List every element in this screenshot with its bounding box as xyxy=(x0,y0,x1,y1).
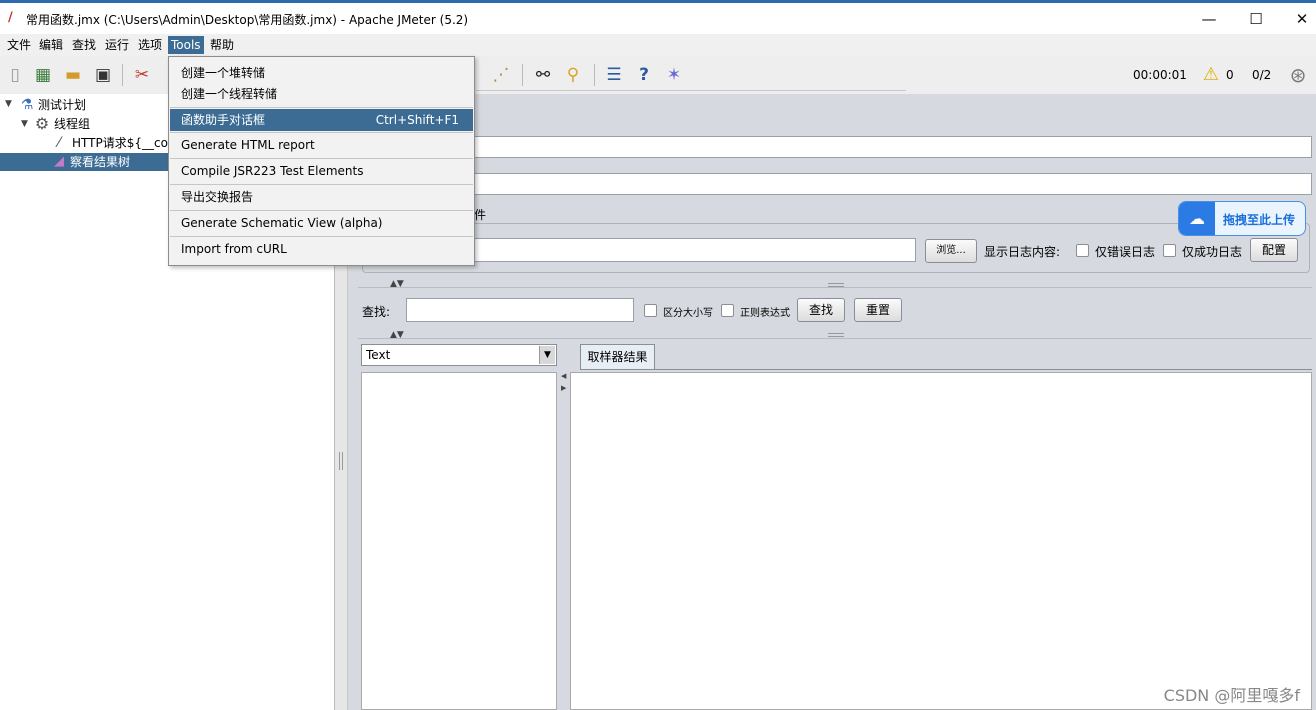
tab-sampler-result[interactable]: 取样器结果 xyxy=(580,344,655,370)
filename-field[interactable] xyxy=(470,238,916,262)
jmeter-feather-icon: ∕ xyxy=(8,10,13,25)
browse-button[interactable]: 浏览... xyxy=(925,239,977,263)
expand-arrow-icon[interactable]: ▼ xyxy=(21,119,28,129)
renderer-selected-value: Text xyxy=(366,348,391,362)
menu-options[interactable]: 选项 xyxy=(135,36,165,54)
success-only-label: 仅成功日志 xyxy=(1182,245,1243,259)
cloud-icon: ☁ xyxy=(1179,202,1215,235)
thread-count: 0/2 xyxy=(1252,68,1272,82)
watermark: CSDN @阿里嘎多f xyxy=(1163,686,1300,705)
divider-grip[interactable] xyxy=(828,283,844,287)
arrow-left-icon[interactable]: ◀ xyxy=(561,372,566,380)
plugins-icon[interactable]: ✶ xyxy=(663,64,685,86)
menu-item-import-curl[interactable]: Import from cURL xyxy=(170,238,473,260)
configure-button[interactable]: 配置 xyxy=(1250,238,1298,262)
reset-button[interactable]: 重置 xyxy=(854,298,902,322)
expand-arrow-icon[interactable]: ▼ xyxy=(5,99,12,109)
toolbar-separator xyxy=(122,64,123,86)
menu-separator xyxy=(170,210,473,211)
title-bar: ∕ 常用函数.jmx (C:\Users\Admin\Desktop\常用函数.… xyxy=(0,0,1316,34)
menu-item-function-helper-label: 函数助手对话框 xyxy=(181,113,266,127)
tree-item-http-request[interactable]: HTTP请求${__cou xyxy=(72,134,176,152)
open-icon[interactable]: ▬ xyxy=(62,64,84,86)
regex-label: 正则表达式 xyxy=(740,308,790,319)
close-button[interactable]: ✕ xyxy=(1279,7,1316,31)
menu-item-heap-dump[interactable]: 创建一个堆转储 xyxy=(170,62,473,84)
toolbar-separator xyxy=(522,64,523,86)
window-title: 常用函数.jmx (C:\Users\Admin\Desktop\常用函数.jm… xyxy=(26,13,469,27)
tree-item-thread-group[interactable]: 线程组 xyxy=(54,115,90,133)
menu-search[interactable]: 查找 xyxy=(69,36,99,54)
search-button[interactable]: 查找 xyxy=(797,298,845,322)
menu-separator xyxy=(170,107,473,108)
tree-item-test-plan[interactable]: 测试计划 xyxy=(38,96,86,114)
menu-item-generate-html-report[interactable]: Generate HTML report xyxy=(170,134,473,156)
file-section-label: 件 xyxy=(474,208,487,222)
divider xyxy=(358,338,1312,339)
minimize-button[interactable]: — xyxy=(1186,7,1232,31)
case-sensitive-checkbox[interactable] xyxy=(644,304,657,317)
toolbar-separator xyxy=(594,64,595,86)
arrow-right-icon[interactable]: ▶ xyxy=(561,384,566,392)
help-icon[interactable]: ? xyxy=(633,64,655,86)
menu-item-function-helper[interactable]: 函数助手对话框 Ctrl+Shift+F1 xyxy=(170,109,473,131)
new-icon[interactable]: ▯ xyxy=(4,64,26,86)
regex-checkbox[interactable] xyxy=(721,304,734,317)
chart-icon: ◢ xyxy=(54,154,64,169)
menu-tools[interactable]: Tools xyxy=(168,36,204,54)
divider xyxy=(358,287,1312,288)
menu-item-compile-jsr223[interactable]: Compile JSR223 Test Elements xyxy=(170,160,473,182)
upload-widget[interactable]: ☁ 拖拽至此上传 xyxy=(1178,201,1306,236)
menu-bar: 文件 编辑 查找 运行 选项 Tools 帮助 xyxy=(0,34,1316,56)
broom-icon[interactable]: ⚲ xyxy=(562,64,584,86)
inner-splitter[interactable]: ◀ ▶ xyxy=(560,372,568,710)
name-field[interactable] xyxy=(470,136,1312,158)
search-label: 查找: xyxy=(362,305,391,319)
errors-only-label: 仅错误日志 xyxy=(1095,245,1156,259)
results-list[interactable] xyxy=(361,372,557,710)
menu-help[interactable]: 帮助 xyxy=(207,36,237,54)
menu-separator xyxy=(170,158,473,159)
menu-separator xyxy=(170,236,473,237)
menu-item-thread-dump[interactable]: 创建一个线程转储 xyxy=(170,83,473,105)
menu-separator xyxy=(170,184,473,185)
toolbar-underline xyxy=(476,90,906,91)
splitter-grip[interactable] xyxy=(339,452,343,470)
errors-only-checkbox[interactable] xyxy=(1076,244,1089,257)
function-list-icon[interactable]: ☰ xyxy=(603,64,625,86)
log-content-label: 显示日志内容: xyxy=(984,245,1061,259)
tab-underline xyxy=(580,369,1312,370)
warning-icon[interactable]: ⚠ xyxy=(1200,64,1222,86)
result-detail-pane[interactable] xyxy=(570,372,1312,710)
renderer-select[interactable]: Text ▼ xyxy=(361,344,557,366)
warning-count: 0 xyxy=(1226,68,1234,82)
elapsed-timer: 00:00:01 xyxy=(1133,68,1187,82)
menu-run[interactable]: 运行 xyxy=(102,36,132,54)
tools-menu: 创建一个堆转储 创建一个线程转储 函数助手对话框 Ctrl+Shift+F1 G… xyxy=(168,56,475,266)
case-sensitive-label: 区分大小写 xyxy=(663,308,713,319)
comments-field[interactable] xyxy=(470,173,1312,195)
menu-item-shortcut: Ctrl+Shift+F1 xyxy=(375,113,459,127)
binoculars-icon[interactable]: ⚯ xyxy=(532,64,554,86)
clear-all-icon[interactable]: ⋰ xyxy=(490,64,512,86)
divider-grip[interactable] xyxy=(828,333,844,337)
success-only-checkbox[interactable] xyxy=(1163,244,1176,257)
menu-item-export-report[interactable]: 导出交换报告 xyxy=(170,186,473,208)
menu-edit[interactable]: 编辑 xyxy=(36,36,66,54)
menu-item-schematic-view[interactable]: Generate Schematic View (alpha) xyxy=(170,212,473,234)
menu-file[interactable]: 文件 xyxy=(4,36,34,54)
templates-icon[interactable]: ▦ xyxy=(32,64,54,86)
save-icon[interactable]: ▣ xyxy=(92,64,114,86)
search-input[interactable] xyxy=(406,298,634,322)
remote-status-icon: ⊛ xyxy=(1289,63,1307,87)
upload-widget-label: 拖拽至此上传 xyxy=(1223,213,1296,227)
tree-item-view-results-tree[interactable]: 察看结果树 xyxy=(70,153,130,171)
maximize-button[interactable]: ☐ xyxy=(1233,7,1279,31)
chevron-down-icon[interactable]: ▼ xyxy=(539,346,555,364)
cut-icon[interactable]: ✂ xyxy=(131,64,153,86)
menu-separator xyxy=(170,132,473,133)
